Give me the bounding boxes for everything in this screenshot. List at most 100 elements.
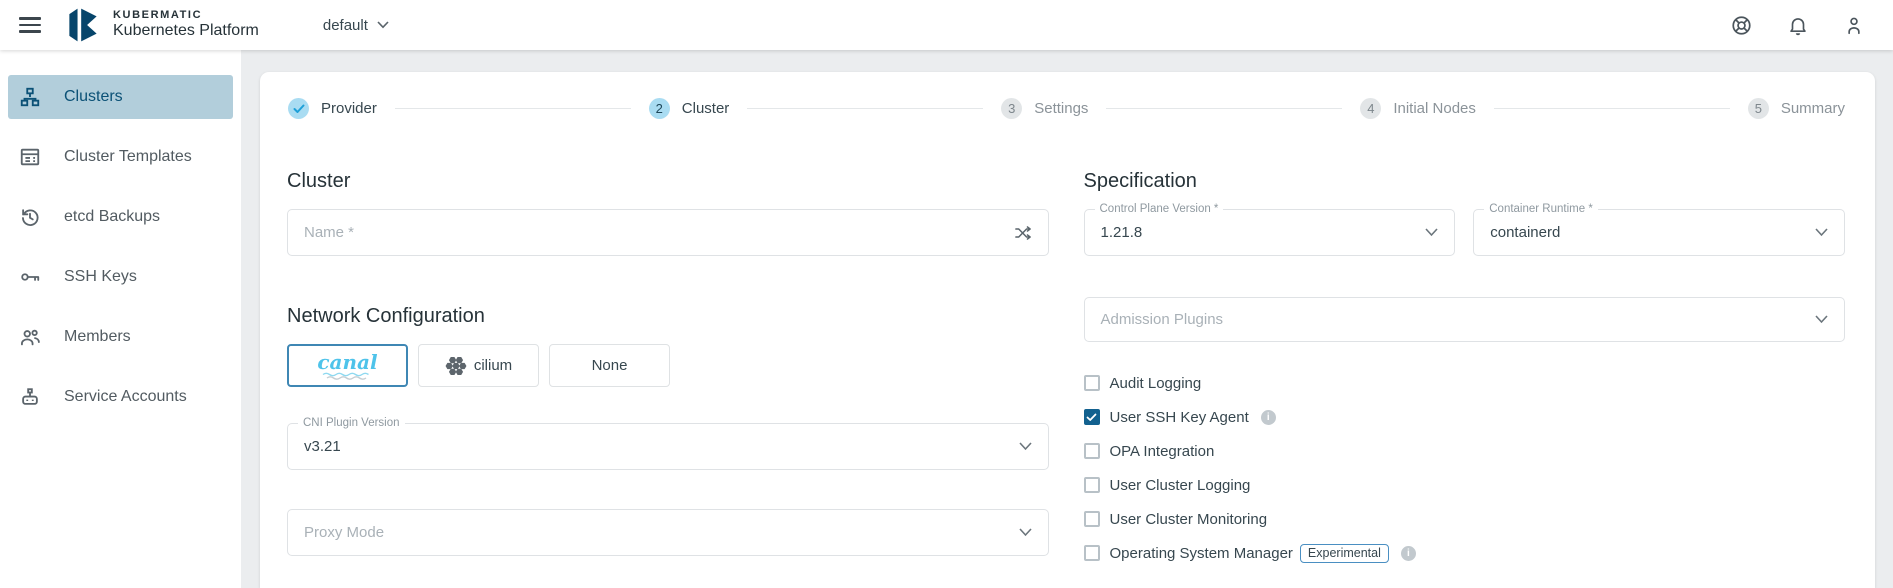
etcd-backups-icon bbox=[19, 206, 41, 228]
cluster-name-input[interactable] bbox=[304, 224, 1014, 241]
chevron-down-icon bbox=[1019, 442, 1032, 451]
container-runtime-label: Container Runtime * bbox=[1484, 203, 1598, 216]
sidebar-item-clusters[interactable]: Clusters bbox=[8, 75, 233, 119]
checkbox-user-cluster-logging[interactable]: User Cluster Logging bbox=[1084, 475, 1846, 495]
chevron-down-icon bbox=[1815, 228, 1828, 237]
step-number: 2 bbox=[649, 98, 670, 119]
cilium-logo-icon bbox=[445, 355, 467, 377]
sidebar-item-members[interactable]: Members bbox=[8, 315, 233, 359]
step-label: Initial Nodes bbox=[1393, 100, 1476, 117]
cni-option-none[interactable]: None bbox=[549, 344, 670, 387]
ssh-keys-icon bbox=[19, 266, 41, 288]
step-settings[interactable]: 3 Settings bbox=[1001, 98, 1088, 119]
step-connector bbox=[747, 108, 983, 109]
checkbox-audit-logging[interactable]: Audit Logging bbox=[1084, 373, 1846, 393]
sidebar: Clusters Cluster Templates etcd Backups … bbox=[0, 50, 241, 588]
checkbox-unchecked-icon bbox=[1084, 443, 1100, 459]
sidebar-item-ssh-keys[interactable]: SSH Keys bbox=[8, 255, 233, 299]
cni-version-label: CNI Plugin Version bbox=[298, 417, 405, 430]
cni-options: canal bbox=[287, 344, 1049, 387]
spec-section-title: Specification bbox=[1084, 169, 1846, 193]
generate-name-icon[interactable] bbox=[1014, 225, 1032, 241]
wizard-stepper: Provider 2 Cluster 3 Settings 4 Initial … bbox=[260, 72, 1875, 119]
service-accounts-icon bbox=[19, 386, 41, 408]
step-connector bbox=[1106, 108, 1342, 109]
control-plane-version-label: Control Plane Version * bbox=[1095, 203, 1224, 216]
app-header: KUBERMATIC Kubernetes Platform default bbox=[0, 0, 1893, 50]
checkbox-operating-system-manager[interactable]: Operating System Manager Experimental i bbox=[1084, 543, 1846, 563]
step-number: 5 bbox=[1748, 98, 1769, 119]
user-icon[interactable] bbox=[1843, 14, 1865, 37]
network-section-title: Network Configuration bbox=[287, 304, 1049, 328]
admission-plugins-select[interactable]: Admission Plugins bbox=[1084, 297, 1846, 342]
sidebar-item-label: Members bbox=[64, 328, 131, 346]
sidebar-item-label: Cluster Templates bbox=[64, 148, 192, 166]
info-icon[interactable]: i bbox=[1261, 410, 1276, 425]
cluster-name-field bbox=[287, 209, 1049, 256]
kubermatic-logo-icon bbox=[63, 5, 103, 45]
checkbox-unchecked-icon bbox=[1084, 477, 1100, 493]
proxy-mode-select[interactable]: Proxy Mode bbox=[287, 509, 1049, 556]
control-plane-version-value: 1.21.8 bbox=[1101, 224, 1426, 241]
sidebar-item-label: Clusters bbox=[64, 88, 123, 106]
cni-option-cilium[interactable]: cilium bbox=[418, 344, 539, 387]
step-check-icon bbox=[288, 98, 309, 119]
step-connector bbox=[395, 108, 631, 109]
step-summary[interactable]: 5 Summary bbox=[1748, 98, 1845, 119]
cilium-label: cilium bbox=[474, 357, 512, 374]
project-selector-value: default bbox=[323, 17, 368, 34]
info-icon[interactable]: i bbox=[1401, 546, 1416, 561]
step-cluster[interactable]: 2 Cluster bbox=[649, 98, 730, 119]
menu-icon[interactable] bbox=[19, 13, 41, 37]
sidebar-item-etcd-backups[interactable]: etcd Backups bbox=[8, 195, 233, 239]
checkbox-label: Audit Logging bbox=[1110, 375, 1202, 392]
cluster-templates-icon bbox=[19, 146, 41, 168]
brand: KUBERMATIC Kubernetes Platform bbox=[113, 9, 259, 40]
canal-logo: canal bbox=[317, 352, 377, 372]
checkbox-unchecked-icon bbox=[1084, 375, 1100, 391]
step-label: Cluster bbox=[682, 100, 730, 117]
brand-product: Kubernetes Platform bbox=[113, 22, 259, 40]
checkbox-opa-integration[interactable]: OPA Integration bbox=[1084, 441, 1846, 461]
control-plane-version-select[interactable]: Control Plane Version * 1.21.8 bbox=[1084, 209, 1456, 256]
checkbox-user-cluster-monitoring[interactable]: User Cluster Monitoring bbox=[1084, 509, 1846, 529]
sidebar-item-label: Service Accounts bbox=[64, 388, 187, 406]
experimental-badge: Experimental bbox=[1300, 544, 1389, 563]
chevron-down-icon bbox=[1815, 315, 1828, 324]
project-selector[interactable]: default bbox=[323, 17, 389, 34]
admission-plugins-placeholder: Admission Plugins bbox=[1101, 311, 1816, 328]
main-content: Provider 2 Cluster 3 Settings 4 Initial … bbox=[241, 50, 1893, 588]
wizard-card: Provider 2 Cluster 3 Settings 4 Initial … bbox=[260, 72, 1875, 588]
checkbox-user-ssh-key-agent[interactable]: User SSH Key Agent i bbox=[1084, 407, 1846, 427]
chevron-down-icon bbox=[377, 21, 389, 29]
step-label: Settings bbox=[1034, 100, 1088, 117]
step-connector bbox=[1494, 108, 1730, 109]
step-number: 3 bbox=[1001, 98, 1022, 119]
cluster-section-title: Cluster bbox=[287, 169, 1049, 193]
sidebar-item-cluster-templates[interactable]: Cluster Templates bbox=[8, 135, 233, 179]
spec-checkboxes: Audit Logging User SSH Key Agent i bbox=[1084, 373, 1846, 563]
checkbox-label: User Cluster Logging bbox=[1110, 477, 1251, 494]
step-label: Summary bbox=[1781, 100, 1845, 117]
step-number: 4 bbox=[1360, 98, 1381, 119]
clusters-icon bbox=[19, 86, 41, 108]
container-runtime-select[interactable]: Container Runtime * containerd bbox=[1473, 209, 1845, 256]
help-icon[interactable] bbox=[1730, 14, 1753, 37]
brand-name: KUBERMATIC bbox=[113, 9, 259, 22]
sidebar-item-service-accounts[interactable]: Service Accounts bbox=[8, 375, 233, 419]
chevron-down-icon bbox=[1425, 228, 1438, 237]
members-icon bbox=[19, 326, 41, 348]
cni-option-canal[interactable]: canal bbox=[287, 344, 408, 387]
cni-version-select[interactable]: CNI Plugin Version v3.21 bbox=[287, 423, 1049, 470]
notifications-icon[interactable] bbox=[1787, 14, 1809, 37]
step-provider[interactable]: Provider bbox=[288, 98, 377, 119]
specification-column: Specification Control Plane Version * 1.… bbox=[1084, 169, 1846, 577]
checkbox-label: Operating System Manager bbox=[1110, 545, 1293, 562]
cni-version-value: v3.21 bbox=[304, 438, 1019, 455]
sidebar-item-label: etcd Backups bbox=[64, 208, 160, 226]
cluster-column: Cluster Network Configuration bbox=[287, 169, 1049, 577]
step-initial-nodes[interactable]: 4 Initial Nodes bbox=[1360, 98, 1476, 119]
cni-none-label: None bbox=[592, 357, 628, 374]
chevron-down-icon bbox=[1019, 528, 1032, 537]
step-label: Provider bbox=[321, 100, 377, 117]
